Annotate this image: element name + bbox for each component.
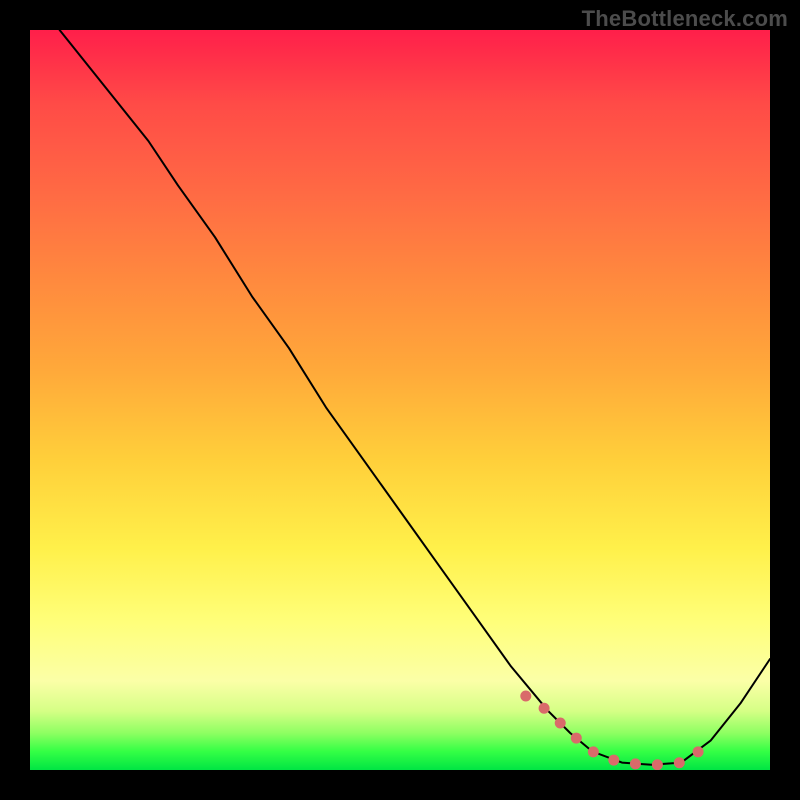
bottleneck-curve xyxy=(60,30,770,765)
chart-plot-area xyxy=(30,30,770,770)
watermark-text: TheBottleneck.com xyxy=(582,6,788,32)
chart-svg xyxy=(30,30,770,770)
optimal-range-dots xyxy=(526,696,711,765)
